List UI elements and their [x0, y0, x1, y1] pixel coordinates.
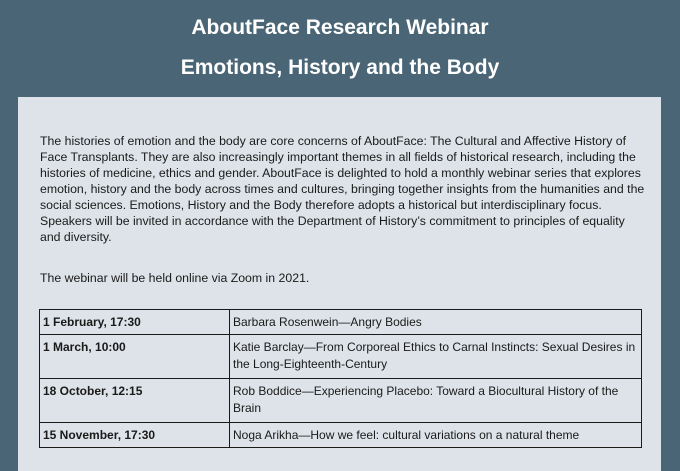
- page-subtitle: Emotions, History and the Body: [180, 56, 500, 79]
- page-title: AboutFace Research Webinar: [191, 16, 489, 39]
- session-date: 15 November, 17:30: [39, 422, 230, 448]
- table-row: 1 February, 17:30 Barbara Rosenwein—Angr…: [39, 309, 642, 335]
- session-date: 1 March, 10:00: [39, 334, 230, 379]
- table-row: 1 March, 10:00 Katie Barclay—From Corpor…: [39, 334, 642, 379]
- session-talk: Katie Barclay—From Corporeal Ethics to C…: [229, 334, 642, 379]
- session-date: 18 October, 12:15: [39, 378, 230, 423]
- table-row: 18 October, 12:15 Rob Boddice—Experienci…: [39, 378, 642, 423]
- session-talk: Rob Boddice—Experiencing Placebo: Toward…: [229, 378, 642, 423]
- session-date: 1 February, 17:30: [39, 309, 230, 335]
- content-panel: The histories of emotion and the body ar…: [18, 97, 661, 471]
- intro-paragraph: The histories of emotion and the body ar…: [40, 134, 645, 244]
- session-talk: Noga Arikha—How we feel: cultural variat…: [229, 422, 642, 448]
- table-row: 15 November, 17:30 Noga Arikha—How we fe…: [39, 422, 642, 448]
- session-talk: Barbara Rosenwein—Angry Bodies: [229, 309, 642, 335]
- venue-note: The webinar will be held online via Zoom…: [40, 271, 310, 285]
- schedule-table: 1 February, 17:30 Barbara Rosenwein—Angr…: [39, 309, 642, 448]
